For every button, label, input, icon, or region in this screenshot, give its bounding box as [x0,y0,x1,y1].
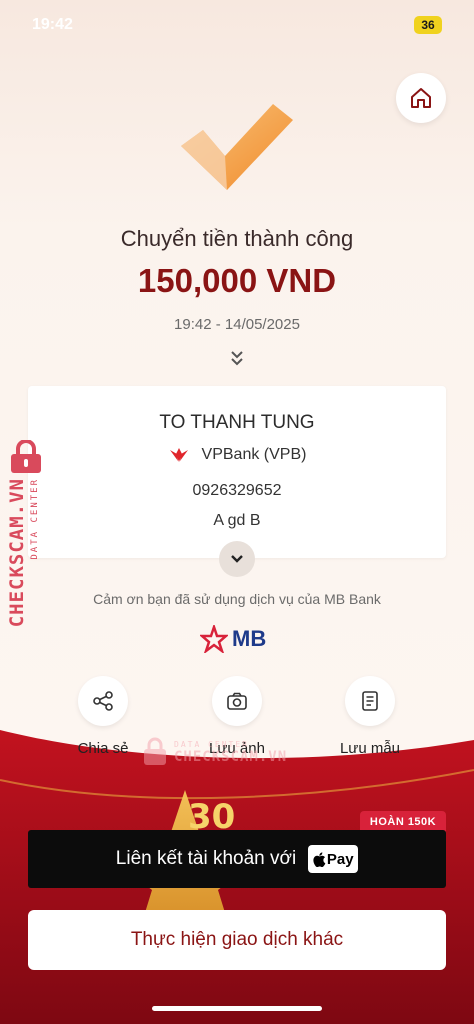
chevron-down-icon [231,555,243,563]
recipient-bank: VPBank (VPB) [28,446,446,464]
save-template-button[interactable] [345,676,395,726]
home-icon [411,88,431,108]
transfer-amount: 150,000 VND [137,262,337,299]
apple-pay-logo: Pay [308,845,359,873]
transfer-datetime: 19:42 - 14/05/2025 [174,316,300,333]
battery-indicator: 36 [414,16,442,34]
card-expand-button[interactable] [219,541,255,577]
watermark-text: CHECKSCAM.VN [6,478,28,628]
recipient-card: TO THANH TUNG VPBank (VPB) 0926329652 A … [28,386,446,558]
mb-logo-text: MB [232,626,267,651]
status-time: 19:42 [32,16,73,33]
thanks-text: Cảm ơn bạn đã sử dụng dịch vụ của MB Ban… [93,591,381,607]
apple-pay-label: Liên kết tài khoản với [115,848,297,869]
recipient-name: TO THANH TUNG [159,412,315,433]
new-transaction-button[interactable]: Thực hiện giao dịch khác [28,910,446,970]
watermark-center-lock-icon [144,737,166,765]
share-button[interactable] [78,676,128,726]
home-indicator [152,1006,322,1011]
link-apple-pay-button[interactable]: Liên kết tài khoản với Pay [28,830,446,888]
recipient-bank-label: VPBank (VPB) [201,446,307,463]
recipient-account: 0926329652 [192,482,282,499]
share-label: Chia sẻ [77,740,129,757]
chevron-double-down-icon[interactable] [227,348,247,368]
apple-icon [313,851,326,867]
mb-star-icon [200,625,228,653]
save-template-action[interactable]: Lưu mẫu [320,676,420,757]
transfer-memo: A gd B [213,512,261,529]
save-image-button[interactable] [212,676,262,726]
vpbank-logo-icon [169,448,188,462]
status-bar: 19:42 [0,0,474,50]
home-button[interactable] [396,73,446,123]
watermark-center: DATA CENTER CHECKSCAM.VN [142,734,287,770]
watermark-subtext: DATA CENTER [30,478,40,560]
transfer-title: Chuyển tiền thành công [120,226,354,251]
watermark-lock-icon [7,439,45,474]
save-template-label: Lưu mẫu [339,740,401,757]
apple-pay-text: Pay [326,850,354,868]
share-action[interactable]: Chia sẻ [53,676,153,757]
watermark-center-subtext: DATA CENTER [174,739,249,749]
template-icon [362,691,378,711]
mb-bank-logo: MB [200,624,276,654]
share-icon [93,691,113,711]
camera-icon [227,692,247,710]
success-check-icon [181,104,293,190]
watermark-center-text: CHECKSCAM.VN [174,748,288,765]
